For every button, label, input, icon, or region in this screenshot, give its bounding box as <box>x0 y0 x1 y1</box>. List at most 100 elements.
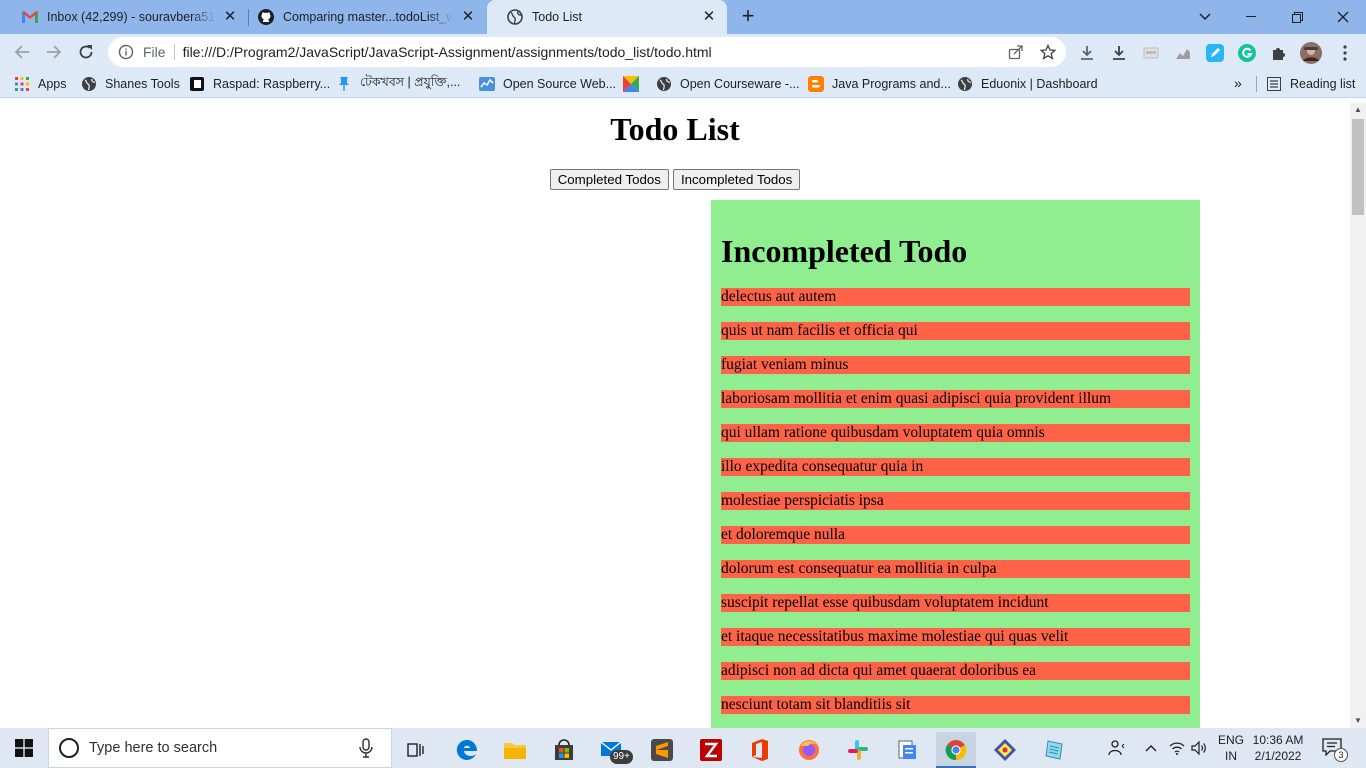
language-indicator[interactable]: ENG IN <box>1214 732 1248 764</box>
url-text[interactable]: file:///D:/Program2/JavaScript/JavaScrip… <box>183 44 712 60</box>
task-view-icon[interactable] <box>396 732 436 768</box>
store-icon[interactable] <box>544 732 584 768</box>
reading-list-icon <box>1266 76 1282 92</box>
bookmark-label: Java Programs and... <box>832 77 951 91</box>
tab-title: Comparing master...todoList_with_api <box>283 10 454 24</box>
bookmark-apps[interactable]: Apps <box>14 75 67 93</box>
address-bar[interactable]: File file:///D:/Program2/JavaScript/Java… <box>108 37 1066 67</box>
slack-icon[interactable] <box>838 732 878 768</box>
page-viewport: Todo List Completed Todos Incompleted To… <box>0 103 1350 728</box>
bookmark-star-icon[interactable] <box>1039 43 1057 60</box>
tab-search-icon[interactable] <box>1182 0 1228 34</box>
close-tab-icon[interactable]: ✕ <box>701 9 717 25</box>
mail-badge: 99+ <box>610 750 633 764</box>
filezilla-icon[interactable] <box>691 732 731 768</box>
clock-time: 10:36 AM <box>1252 733 1304 747</box>
incompleted-todos-button[interactable]: Incompleted Todos <box>672 169 801 190</box>
bookmark-colorful[interactable] <box>623 75 647 93</box>
panel-heading: Incompleted Todo <box>721 233 968 269</box>
bookmarks-overflow-button[interactable]: » <box>1234 75 1242 91</box>
tab-title: Inbox (42,299) - souravbera515@gmail.com <box>47 10 216 24</box>
filter-buttons: Completed Todos Incompleted Todos <box>0 169 1350 190</box>
tab-title: Todo List <box>532 10 583 24</box>
tab-github[interactable]: Comparing master...todoList_with_api ✕ <box>238 0 486 34</box>
todo-item: nesciunt totam sit blanditiis sit <box>721 696 1190 714</box>
new-tab-button[interactable]: + <box>737 5 759 28</box>
colorful-logo-icon <box>623 76 639 92</box>
bookmark-open-courseware[interactable]: Open Courseware -... <box>656 75 800 93</box>
bookmark-techkhabor[interactable]: টেকখবস | প্রযুক্তি,... <box>336 75 460 93</box>
git-tool-icon[interactable] <box>985 732 1025 768</box>
tray-overflow-icon[interactable] <box>1145 728 1157 768</box>
scroll-down-icon[interactable]: ▼ <box>1350 714 1366 728</box>
menu-kebab-icon[interactable] <box>1336 44 1354 62</box>
pen-extension-icon[interactable] <box>1206 44 1224 62</box>
scroll-up-icon[interactable]: ▲ <box>1350 103 1366 117</box>
todo-item: illo expedita consequatur quia in <box>721 458 1190 476</box>
todo-item: dolorum est consequatur ea mollitia in c… <box>721 560 1190 578</box>
bookmark-java-programs[interactable]: Java Programs and... <box>808 75 951 93</box>
share-icon[interactable] <box>1008 44 1024 60</box>
close-tab-icon[interactable]: ✕ <box>460 9 476 25</box>
bookmark-label: Raspad: Raspberry... <box>213 77 331 91</box>
windows-taskbar: Type here to search 99+ ENG IN 10:36 AM … <box>0 728 1366 768</box>
bookmark-open-source-web[interactable]: Open Source Web... <box>479 75 616 93</box>
sublime-text-icon[interactable] <box>642 732 682 768</box>
extension-icon[interactable] <box>1142 44 1160 62</box>
restore-icon[interactable] <box>1274 0 1320 34</box>
taskbar-search[interactable]: Type here to search <box>48 728 392 768</box>
search-placeholder: Type here to search <box>89 740 218 756</box>
minimize-icon[interactable] <box>1228 0 1274 34</box>
file-explorer-icon[interactable] <box>495 732 535 768</box>
tab-todo-list[interactable]: Todo List ✕ <box>487 0 727 34</box>
close-tab-icon[interactable]: ✕ <box>222 9 238 25</box>
bookmark-label: Shanes Tools <box>105 77 180 91</box>
clock-date: 2/1/2022 <box>1254 749 1302 763</box>
back-icon[interactable] <box>10 40 34 64</box>
volume-icon[interactable] <box>1191 728 1207 768</box>
puzzle-extensions-icon[interactable] <box>1270 44 1288 62</box>
edge-icon[interactable] <box>447 732 487 768</box>
downloads-icon[interactable] <box>1110 44 1128 62</box>
forward-icon[interactable] <box>42 40 66 64</box>
wifi-icon[interactable] <box>1169 728 1185 768</box>
notepad-icon[interactable] <box>1034 732 1074 768</box>
action-center-button[interactable]: 3 <box>1322 738 1348 762</box>
taskbar-clock[interactable]: 10:36 AM 2/1/2022 <box>1248 732 1308 764</box>
todo-item: fugiat veniam minus <box>721 356 1190 374</box>
todo-list: delectus aut autem quis ut nam facilis et… <box>721 288 1190 728</box>
reload-icon[interactable] <box>74 40 98 64</box>
firefox-icon[interactable] <box>789 732 829 768</box>
chrome-icon[interactable] <box>936 732 976 768</box>
scrollbar-thumb[interactable] <box>1352 119 1364 215</box>
bookmark-raspad[interactable]: Raspad: Raspberry... <box>189 75 330 93</box>
completed-todos-button[interactable]: Completed Todos <box>549 169 669 190</box>
mail-icon[interactable]: 99+ <box>593 732 633 768</box>
tab-gmail[interactable]: Inbox (42,299) - souravbera515@gmail.com… <box>2 0 248 34</box>
todo-item: suscipit repellat esse quibusdam volupta… <box>721 594 1190 612</box>
profile-avatar[interactable] <box>1300 42 1322 64</box>
start-button[interactable] <box>0 728 48 768</box>
download-extension-icon[interactable] <box>1078 44 1096 62</box>
todo-item: et doloremque nulla <box>721 526 1190 544</box>
page-scrollbar[interactable]: ▲ ▼ <box>1350 103 1366 728</box>
todo-item: qui ullam ratione quibusdam voluptatem q… <box>721 424 1190 442</box>
microphone-icon[interactable] <box>359 738 377 758</box>
office-icon[interactable] <box>740 732 780 768</box>
address-divider <box>173 44 175 60</box>
bookmark-label: Open Source Web... <box>503 77 617 91</box>
bookmark-eduonix[interactable]: Eduonix | Dashboard <box>957 75 1098 93</box>
tab-strip: Inbox (42,299) - souravbera515@gmail.com… <box>0 0 1366 34</box>
people-icon[interactable] <box>1108 728 1126 768</box>
bookmark-shanes-tools[interactable]: Shanes Tools <box>81 75 180 93</box>
todo-item: quis ut nam facilis et officia qui <box>721 322 1190 340</box>
files-app-icon[interactable] <box>887 732 927 768</box>
todo-item: laboriosam mollitia et enim quasi adipis… <box>721 390 1190 408</box>
close-window-icon[interactable] <box>1320 0 1366 34</box>
reading-list-button[interactable]: Reading list <box>1266 75 1355 93</box>
grammarly-icon[interactable] <box>1238 44 1256 62</box>
analytics-extension-icon[interactable] <box>1174 44 1192 62</box>
scheme-label: File <box>143 44 166 60</box>
info-icon[interactable] <box>118 44 134 60</box>
blogger-icon <box>808 76 824 92</box>
